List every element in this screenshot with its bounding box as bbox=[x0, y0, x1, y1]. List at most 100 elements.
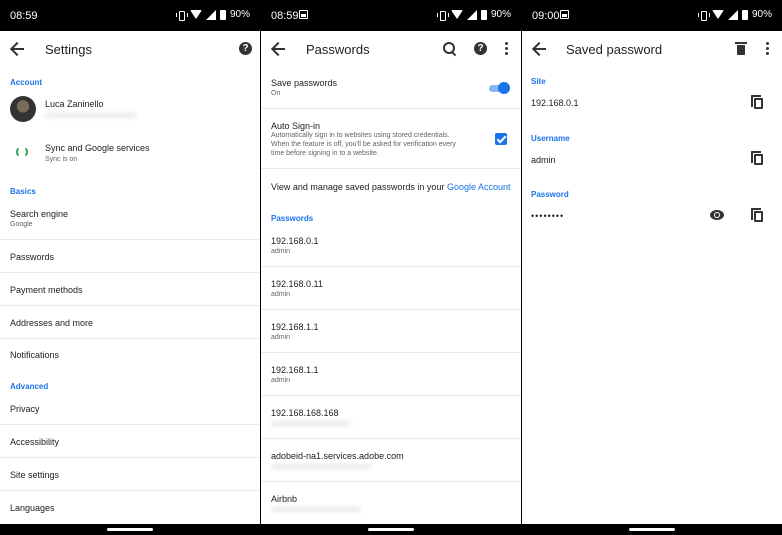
settings-item-addresses[interactable]: Addresses and more bbox=[10, 318, 93, 328]
vibrate-icon bbox=[175, 10, 188, 21]
site-value: 192.168.0.1 bbox=[531, 98, 579, 108]
home-gesture-bar[interactable] bbox=[629, 528, 675, 531]
divider bbox=[0, 338, 260, 339]
username-label: Username bbox=[531, 134, 570, 143]
cellular-icon bbox=[205, 9, 216, 20]
search-engine-title: Search engine bbox=[10, 209, 69, 219]
passwords-screen: 08:59 90% Passwords ? Save passwords On bbox=[261, 0, 521, 535]
password-entry-user: admin bbox=[271, 334, 291, 341]
help-icon[interactable]: ? bbox=[474, 42, 487, 55]
divider bbox=[261, 395, 521, 396]
cellular-icon bbox=[727, 9, 738, 20]
password-entry-site: 192.168.168.168 bbox=[271, 408, 339, 418]
save-passwords-toggle[interactable] bbox=[487, 82, 510, 94]
wifi-icon bbox=[189, 10, 202, 19]
page-title: Saved password bbox=[566, 42, 663, 57]
more-options-icon[interactable] bbox=[505, 42, 509, 56]
copy-username-icon[interactable] bbox=[751, 151, 763, 165]
settings-screen: 08:59 90% Settings ? Account Luca Zanine… bbox=[0, 0, 260, 535]
battery-percent: 90% bbox=[229, 9, 250, 20]
password-label: Password bbox=[531, 190, 569, 199]
divider bbox=[0, 457, 260, 458]
sync-title: Sync and Google services bbox=[45, 143, 150, 153]
password-entry-user: admin bbox=[271, 377, 291, 384]
settings-item-payment-methods[interactable]: Payment methods bbox=[10, 285, 83, 295]
auto-signin-desc-1: Automatically sign in to websites using … bbox=[271, 132, 450, 139]
section-passwords: Passwords bbox=[271, 214, 314, 223]
save-passwords-subtitle: On bbox=[271, 90, 281, 97]
password-entry-site: 192.168.1.1 bbox=[271, 365, 319, 375]
password-entry-site: Airbnb bbox=[271, 494, 298, 504]
app-bar: Passwords ? bbox=[261, 31, 521, 67]
back-arrow-icon[interactable] bbox=[8, 39, 28, 59]
divider bbox=[261, 266, 521, 267]
auto-signin-checkbox[interactable] bbox=[495, 133, 507, 145]
status-bar: 08:59 90% bbox=[0, 0, 260, 31]
divider bbox=[261, 481, 521, 482]
account-name: Luca Zaninello bbox=[45, 99, 104, 109]
show-password-icon[interactable] bbox=[710, 210, 724, 220]
password-entry-user: admin bbox=[271, 291, 291, 298]
status-bar: 09:00 90% bbox=[522, 0, 782, 31]
page-title: Passwords bbox=[306, 42, 370, 57]
saved-password-screen: 09:00 90% Saved password Site 192.168.0.… bbox=[522, 0, 782, 535]
account-email-redacted bbox=[45, 113, 137, 118]
settings-item-site-settings[interactable]: Site settings bbox=[10, 470, 59, 480]
password-entry-site: 192.168.0.1 bbox=[271, 236, 319, 246]
password-value: •••••••• bbox=[531, 211, 565, 221]
cellular-icon bbox=[466, 9, 477, 20]
avatar bbox=[10, 96, 36, 122]
divider bbox=[261, 168, 521, 169]
password-entry-site: adobeid-na1.services.adobe.com bbox=[271, 451, 404, 461]
save-passwords-title: Save passwords bbox=[271, 78, 338, 88]
manage-passwords-label: View and manage saved passwords in your bbox=[271, 182, 447, 192]
page-title: Settings bbox=[45, 42, 92, 57]
section-account: Account bbox=[10, 78, 42, 87]
status-bar: 08:59 90% bbox=[261, 0, 521, 31]
section-advanced: Advanced bbox=[10, 382, 49, 391]
divider bbox=[261, 108, 521, 109]
home-gesture-bar[interactable] bbox=[368, 528, 414, 531]
delete-icon[interactable] bbox=[735, 42, 747, 55]
status-time: 08:59 bbox=[271, 10, 299, 22]
section-basics: Basics bbox=[10, 187, 36, 196]
image-notification-icon bbox=[560, 10, 569, 19]
sync-icon bbox=[16, 146, 28, 158]
search-icon[interactable] bbox=[443, 42, 457, 56]
home-gesture-bar[interactable] bbox=[107, 528, 153, 531]
google-account-link[interactable]: Google Account bbox=[447, 182, 511, 192]
battery-percent: 90% bbox=[490, 9, 511, 20]
settings-item-accessibility[interactable]: Accessibility bbox=[10, 437, 59, 447]
copy-password-icon[interactable] bbox=[751, 208, 763, 222]
divider bbox=[261, 352, 521, 353]
divider bbox=[0, 490, 260, 491]
more-options-icon[interactable] bbox=[766, 42, 770, 56]
help-icon[interactable]: ? bbox=[239, 42, 252, 55]
auto-signin-desc-2: When the feature is off, you'll be asked… bbox=[271, 141, 456, 148]
status-time: 08:59 bbox=[10, 10, 38, 22]
divider bbox=[261, 438, 521, 439]
status-icons: 90% bbox=[175, 9, 250, 21]
settings-item-notifications[interactable]: Notifications bbox=[10, 350, 59, 360]
settings-item-languages[interactable]: Languages bbox=[10, 503, 55, 513]
status-icons: 90% bbox=[436, 9, 511, 21]
settings-item-passwords[interactable]: Passwords bbox=[10, 252, 54, 262]
copy-site-icon[interactable] bbox=[751, 95, 763, 109]
navigation-bar bbox=[261, 524, 521, 535]
divider bbox=[0, 239, 260, 240]
status-time: 09:00 bbox=[532, 10, 560, 22]
sync-subtitle: Sync is on bbox=[45, 156, 78, 163]
divider bbox=[0, 272, 260, 273]
battery-icon bbox=[219, 9, 226, 20]
back-arrow-icon[interactable] bbox=[269, 39, 289, 59]
back-arrow-icon[interactable] bbox=[530, 39, 550, 59]
battery-icon bbox=[741, 9, 748, 20]
navigation-bar bbox=[522, 524, 782, 535]
settings-item-privacy[interactable]: Privacy bbox=[10, 404, 40, 414]
username-value: admin bbox=[531, 155, 556, 165]
password-entry-site: 192.168.0.11 bbox=[271, 279, 323, 289]
password-entry-user-redacted bbox=[271, 421, 351, 426]
vibrate-icon bbox=[436, 10, 449, 21]
password-entry-user: admin bbox=[271, 248, 291, 255]
site-label: Site bbox=[531, 77, 546, 86]
